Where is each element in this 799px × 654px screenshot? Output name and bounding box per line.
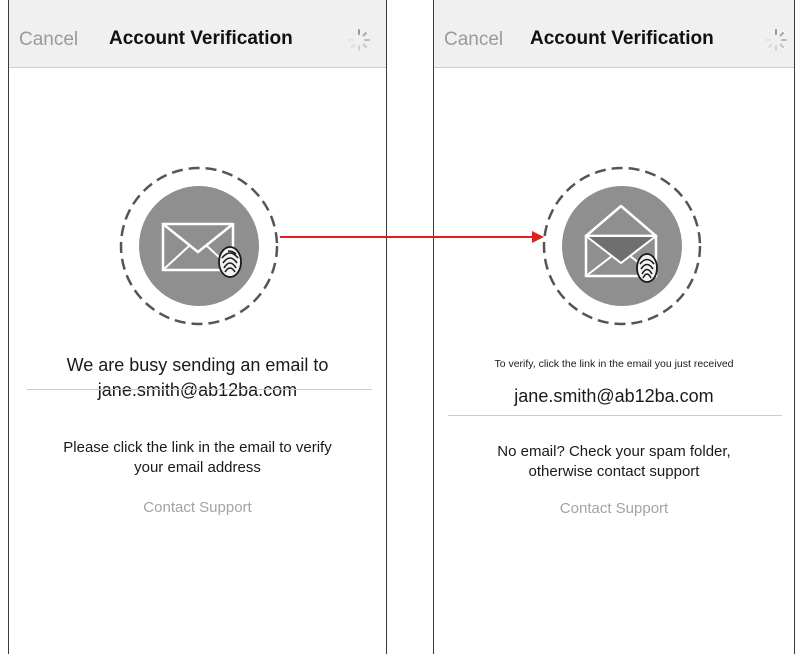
- left-screen: Cancel Account Verification We are busy …: [8, 0, 387, 654]
- transition-arrow-icon: [280, 231, 544, 243]
- closed-envelope-fingerprint-icon: [119, 166, 279, 326]
- status-message: We are busy sending an email to: [66, 355, 329, 375]
- page-title: Account Verification: [109, 28, 293, 49]
- status-message: To verify, click the link in the email y…: [494, 358, 734, 370]
- cancel-button[interactable]: Cancel: [19, 29, 78, 51]
- instruction-text: No email? Check your spam folder, otherw…: [434, 442, 794, 482]
- navigation-bar: Cancel Account Verification: [434, 0, 794, 68]
- right-screen: Cancel Account Verification To verify, c…: [433, 0, 795, 654]
- instruction-text: Please click the link in the email to ve…: [9, 438, 386, 478]
- divider: [27, 389, 372, 390]
- divider: [448, 415, 782, 416]
- loading-spinner-icon: [348, 29, 370, 51]
- cancel-button[interactable]: Cancel: [444, 29, 503, 51]
- email-address: jane.smith@ab12ba.com: [97, 380, 298, 400]
- instruction-line-2: your email address: [134, 459, 261, 476]
- open-envelope-fingerprint-icon: [542, 166, 702, 326]
- instruction-line-2: otherwise contact support: [528, 463, 700, 480]
- instruction-line-1: No email? Check your spam folder,: [497, 443, 731, 460]
- navigation-bar: Cancel Account Verification: [9, 0, 386, 68]
- instruction-line-1: Please click the link in the email to ve…: [63, 439, 332, 456]
- email-address: jane.smith@ab12ba.com: [514, 386, 714, 406]
- page-title: Account Verification: [530, 28, 714, 49]
- contact-support-link[interactable]: Contact Support: [434, 500, 794, 517]
- loading-spinner-icon: [765, 29, 787, 51]
- contact-support-link[interactable]: Contact Support: [9, 499, 386, 516]
